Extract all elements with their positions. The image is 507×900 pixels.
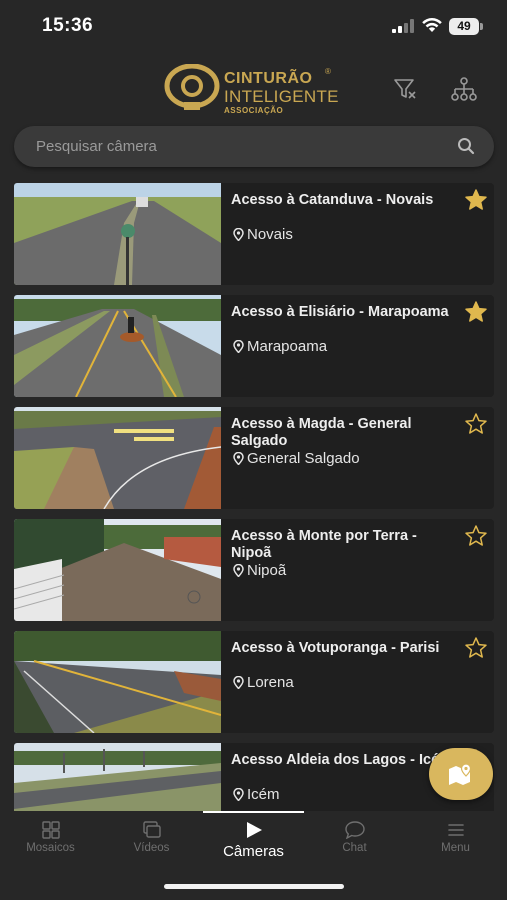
logo-text-line3: ASSOCIAÇÃO [224,106,284,115]
battery-level: 49 [449,18,479,35]
battery-icon: 49 [449,18,483,35]
camera-title: Acesso à Monte por Terra - Nipoã [231,528,417,561]
camera-location-label: Novais [247,226,293,243]
status-time: 15:36 [42,15,94,36]
camera-thumbnail[interactable] [14,295,221,397]
camera-title: Acesso Aldeia dos Lagos - Icém [231,752,453,768]
camera-thumbnail[interactable] [14,519,221,621]
logo-registered-mark: ® [325,67,331,76]
camera-card[interactable]: Acesso à Elisiário - Marapoama Marapoama [14,295,494,397]
search-input[interactable] [36,126,446,167]
camera-location-label: Marapoama [247,338,328,355]
camera-location: Lorena [233,674,294,691]
hierarchy-icon[interactable] [450,76,478,102]
active-tab-indicator [203,811,304,813]
logo-text-line2: INTELIGENTE [224,87,339,106]
camera-title: Acesso à Magda - General Salgado [231,416,412,449]
location-pin-icon [233,564,244,577]
home-indicator[interactable] [164,884,344,889]
grid-icon [41,821,60,839]
header: CINTURÃO ® INTELIGENTE ASSOCIAÇÃO [0,58,507,118]
favorite-star-icon[interactable] [464,301,488,323]
camera-thumbnail[interactable] [14,743,221,811]
camera-location-label: Nipoã [247,562,287,579]
camera-location: Novais [233,226,293,243]
camera-location: Nipoã [233,562,286,579]
nav-label: Menu [441,842,470,854]
app-logo: CINTURÃO ® INTELIGENTE ASSOCIAÇÃO [164,64,349,115]
camera-location: Marapoama [233,338,327,355]
nav-tab-menu[interactable]: Menu [405,821,506,871]
favorite-star-outline-icon[interactable] [464,413,488,435]
camera-location-label: Lorena [247,674,294,691]
nav-label: Chat [342,842,367,854]
clear-filter-icon[interactable] [392,76,420,102]
videos-icon [142,821,161,838]
chat-icon [344,821,365,839]
favorite-star-outline-icon[interactable] [464,525,488,547]
location-pin-icon [233,340,244,353]
nav-tab-videos[interactable]: Vídeos [101,821,202,871]
play-icon [246,822,262,838]
camera-title: Acesso à Votuporanga - Parisi [231,640,440,656]
camera-location: General Salgado [233,450,360,467]
menu-icon [447,824,464,836]
map-pin-icon [449,763,472,785]
camera-title: Acesso à Catanduva - Novais [231,192,434,208]
nav-tab-chat[interactable]: Chat [304,821,405,871]
camera-list: Acesso à Catanduva - Novais Novais Acess… [14,183,494,811]
location-pin-icon [233,676,244,689]
camera-location-label: Icém [247,786,280,803]
camera-card[interactable]: Acesso à Catanduva - Novais Novais [14,183,494,285]
camera-card[interactable]: Acesso à Magda - General Salgado General… [14,407,494,509]
wifi-icon [422,18,442,32]
camera-thumbnail[interactable] [14,631,221,733]
nav-label: Mosaicos [26,842,75,854]
map-view-button[interactable] [429,748,493,800]
camera-card[interactable]: Acesso à Monte por Terra - Nipoã Nipoã [14,519,494,621]
camera-location-label: General Salgado [247,450,360,467]
search-icon[interactable] [457,137,475,155]
status-bar: 15:36 49 [0,0,507,54]
camera-location: Icém [233,786,280,803]
nav-tab-mosaicos[interactable]: Mosaicos [0,821,101,871]
nav-label: Câmeras [223,843,284,860]
camera-thumbnail[interactable] [14,407,221,509]
location-pin-icon [233,788,244,801]
camera-card[interactable]: Acesso à Votuporanga - Parisi Lorena [14,631,494,733]
signal-icon [392,19,414,33]
camera-card[interactable]: Acesso Aldeia dos Lagos - Icém Icém [14,743,494,811]
camera-title: Acesso à Elisiário - Marapoama [231,304,449,320]
favorite-star-icon[interactable] [464,189,488,211]
location-pin-icon [233,452,244,465]
nav-tab-cameras[interactable]: Câmeras [203,821,304,871]
logo-text-line1: CINTURÃO [224,70,313,87]
location-pin-icon [233,228,244,241]
camera-thumbnail[interactable] [14,183,221,285]
nav-label: Vídeos [133,842,170,854]
favorite-star-outline-icon[interactable] [464,637,488,659]
logo-mark-icon [164,64,220,110]
search-bar [14,126,494,167]
